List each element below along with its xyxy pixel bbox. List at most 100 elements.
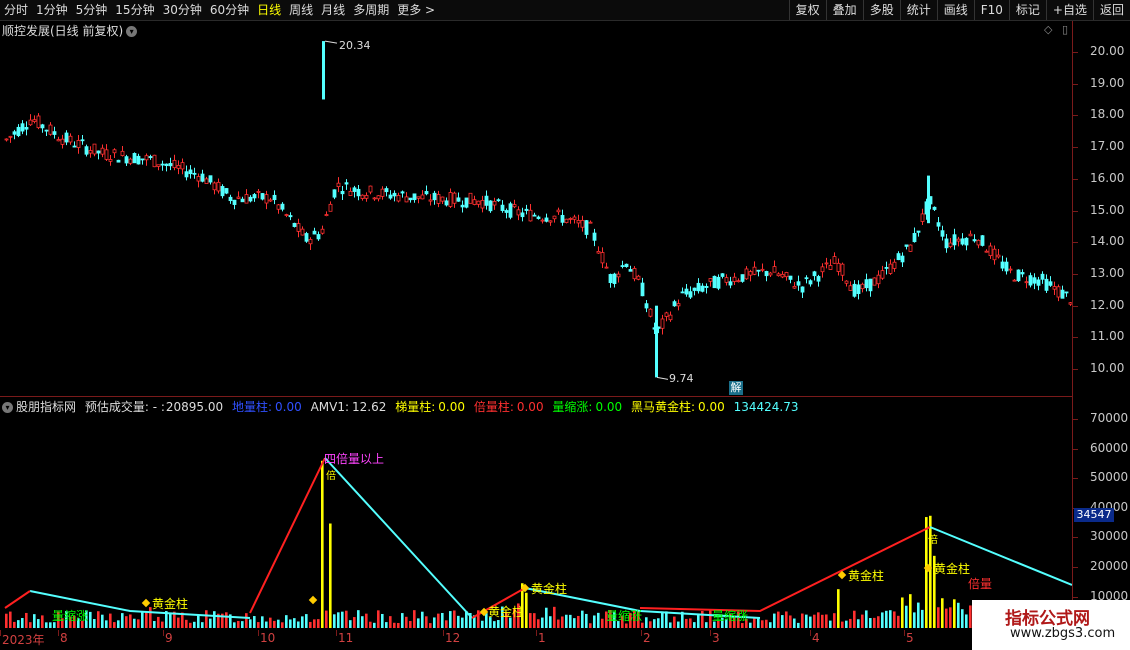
volume-chart[interactable]: 四倍量以上黄金柱黄金柱黄金柱 黄金柱黄金柱量缩涨 量缩涨 量缩涨倍量倍倍: [0, 413, 1072, 628]
candle-body: [588, 221, 593, 224]
candle-body: [428, 199, 433, 202]
volume-bar: [121, 613, 124, 628]
volume-bar: [497, 620, 500, 628]
candle-body: [128, 158, 133, 164]
candle-body: [136, 155, 141, 165]
period-tab[interactable]: 60分钟: [206, 0, 253, 20]
period-tab[interactable]: 5分钟: [72, 0, 112, 20]
date-tick: [336, 630, 337, 636]
candle-body: [972, 239, 977, 242]
volume-bar: [573, 618, 576, 628]
candle-body: [248, 196, 253, 202]
volume-bar: [929, 515, 932, 628]
candle-body: [104, 149, 109, 160]
volume-bar: [689, 618, 692, 628]
candle-body: [124, 156, 129, 164]
candle-body: [952, 234, 957, 246]
date-label: 5: [906, 631, 914, 645]
tool-button[interactable]: F10: [973, 0, 1009, 20]
last-value: 134424.73: [733, 400, 799, 414]
date-label: 2: [643, 631, 651, 645]
period-tab[interactable]: 月线: [317, 0, 349, 20]
candle-body: [320, 228, 325, 234]
volume-bar: [261, 616, 264, 628]
date-tick: [258, 630, 259, 636]
candle-body: [672, 301, 677, 307]
candle-body: [596, 251, 601, 254]
volume-bar: [457, 615, 460, 628]
volume-bar: [245, 613, 248, 628]
candle-body: [476, 200, 481, 205]
tool-button[interactable]: 复权: [788, 0, 826, 20]
volume-bar: [205, 610, 208, 628]
candle-body: [484, 195, 489, 206]
gold-annotation: 黄金柱: [531, 581, 567, 596]
candle-body: [152, 154, 157, 168]
tool-button[interactable]: 多股: [862, 0, 900, 20]
candle-body: [72, 145, 77, 148]
candle-body: [1000, 261, 1005, 269]
period-tab[interactable]: 多周期: [349, 0, 393, 20]
tool-button[interactable]: 返回: [1092, 0, 1130, 20]
tool-button[interactable]: 统计: [899, 0, 937, 20]
volume-bar: [653, 619, 656, 628]
candle-body: [432, 192, 437, 201]
volume-tick: [1073, 478, 1078, 480]
volume-bar: [965, 614, 968, 628]
tool-button[interactable]: 标记: [1008, 0, 1046, 20]
candlestick-chart[interactable]: [0, 21, 1072, 396]
volume-bar: [157, 616, 160, 628]
tlz-label: 梯量柱:: [395, 400, 436, 414]
volume-bar: [777, 611, 780, 628]
volume-bar: [169, 613, 172, 628]
candle-body: [655, 305, 658, 378]
volume-bar: [297, 621, 300, 628]
candle-body: [408, 197, 413, 201]
candle-body: [912, 233, 917, 243]
volume-bar: [365, 613, 368, 628]
price-tick: [1073, 337, 1078, 339]
period-tab[interactable]: 15分钟: [111, 0, 158, 20]
volume-bar: [645, 617, 648, 628]
candle-body: [112, 149, 117, 154]
candle-body: [840, 263, 845, 276]
period-tab[interactable]: 1分钟: [32, 0, 72, 20]
shrink-annotation: 量缩涨: [606, 608, 642, 623]
candle-body: [756, 269, 761, 272]
volume-bar: [685, 618, 688, 628]
volume-bar: [153, 621, 156, 628]
volume-bar: [25, 612, 28, 628]
candle-body: [696, 282, 701, 292]
candle-body: [980, 235, 985, 246]
tool-button[interactable]: 画线: [936, 0, 974, 20]
tool-button[interactable]: +自选: [1045, 0, 1093, 20]
period-tab[interactable]: 周线: [285, 0, 317, 20]
period-tab[interactable]: 更多 >: [393, 0, 439, 20]
candle-body: [1048, 281, 1053, 286]
volume-bar: [373, 622, 376, 628]
candle-body: [392, 192, 397, 197]
volume-bar: [189, 622, 192, 628]
gold-marker: [308, 595, 318, 605]
period-tab[interactable]: 30分钟: [159, 0, 206, 20]
dlz-value: 0.00: [275, 400, 302, 414]
candle-body: [312, 230, 317, 235]
candle-body: [860, 283, 865, 290]
chevron-down-icon[interactable]: ▾: [2, 402, 13, 413]
price-tick: [1073, 242, 1078, 244]
candle-body: [16, 126, 21, 137]
volume-bar: [201, 622, 204, 628]
candle-body: [540, 219, 545, 222]
candle-body: [992, 248, 997, 261]
period-tab[interactable]: 分时: [0, 0, 32, 20]
tool-button[interactable]: 叠加: [825, 0, 863, 20]
volume-bar: [549, 616, 552, 628]
period-tab[interactable]: 日线: [253, 0, 285, 20]
candle-body: [488, 200, 493, 212]
pane-separator: [0, 396, 1072, 397]
candle-body: [824, 262, 829, 265]
volume-bar: [845, 620, 848, 628]
candle-body: [204, 178, 209, 184]
tool-buttons: 复权 叠加 多股 统计 画线 F10 标记 +自选 返回: [788, 0, 1130, 20]
candle-body: [336, 182, 341, 187]
